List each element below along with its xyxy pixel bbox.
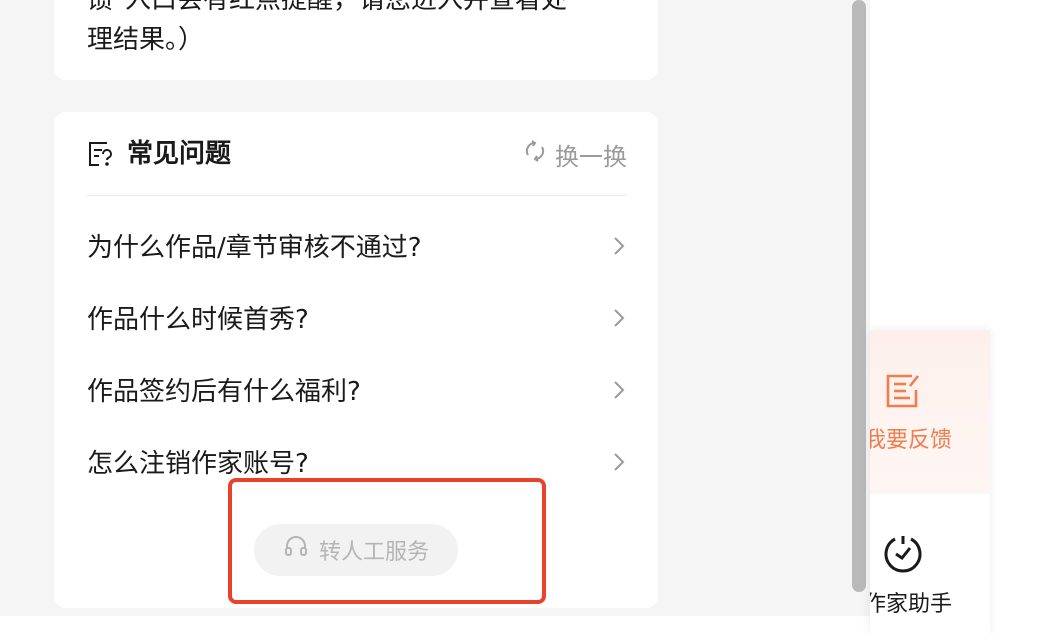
scrollbar-thumb[interactable] (852, 0, 866, 592)
faq-list: 为什么作品/章节审核不通过? 作品什么时候首秀? 作品签约后有什么福利? 怎么注… (87, 212, 627, 500)
refresh-label: 换一换 (555, 142, 627, 171)
feedback-button[interactable]: 我要反馈 (870, 330, 990, 494)
assistant-button[interactable]: 作家助手 (870, 494, 990, 634)
power-clock-icon (882, 532, 924, 574)
refresh-button[interactable]: 换一换 (523, 136, 627, 172)
faq-question: 怎么注销作家账号? (87, 449, 309, 479)
feedback-label: 我要反馈 (870, 428, 952, 453)
edit-note-icon (882, 370, 924, 412)
assistant-label: 作家助手 (870, 592, 952, 617)
chevron-right-icon (611, 307, 627, 333)
faq-item[interactable]: 作品什么时候首秀? (87, 284, 627, 356)
faq-question: 作品签约后有什么福利? (87, 377, 361, 407)
faq-question: 为什么作品/章节审核不通过? (87, 233, 422, 263)
faq-divider (87, 195, 627, 196)
doc-question-icon (87, 140, 115, 168)
faq-header: 常见问题 换一换 (87, 136, 627, 172)
side-widget: 我要反馈 作家助手 (870, 330, 990, 634)
faq-title: 常见问题 (127, 139, 232, 169)
bottom-strip (0, 616, 870, 634)
faq-item[interactable]: 作品签约后有什么福利? (87, 356, 627, 428)
chevron-right-icon (611, 235, 627, 261)
faq-item[interactable]: 为什么作品/章节审核不通过? (87, 212, 627, 284)
faq-question: 作品什么时候首秀? (87, 305, 309, 335)
highlight-box (228, 478, 546, 604)
notice-card: 馈"入口会有红点提醒，请您进入并查看处 理结果。） (54, 0, 658, 80)
chevron-right-icon (611, 379, 627, 405)
notice-text: 馈"入口会有红点提醒，请您进入并查看处 理结果。） (87, 0, 567, 55)
chevron-right-icon (611, 451, 627, 477)
refresh-icon (523, 139, 547, 169)
